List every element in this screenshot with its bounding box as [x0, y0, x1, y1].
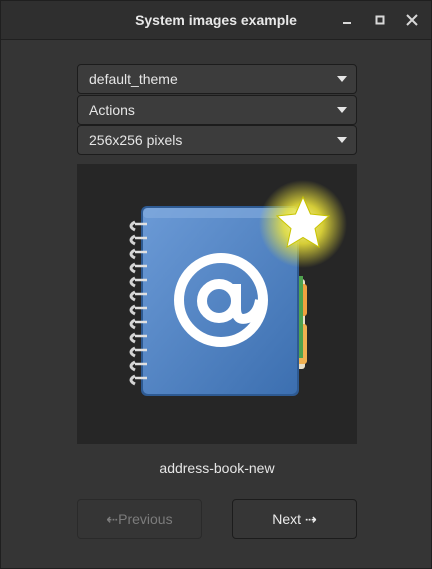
next-button[interactable]: Next ⇢ — [232, 499, 357, 539]
size-combobox-value: 256x256 pixels — [89, 132, 183, 148]
arrow-left-icon: ⇠ — [106, 511, 119, 527]
arrow-right-icon: ⇢ — [304, 511, 317, 527]
close-icon — [406, 14, 418, 26]
maximize-button[interactable] — [370, 10, 390, 30]
theme-combobox[interactable]: default_theme — [77, 64, 357, 94]
previous-button[interactable]: ⇠Previous — [77, 499, 202, 539]
icon-name-label: address-book-new — [159, 460, 275, 476]
previous-button-label: Previous — [118, 511, 173, 527]
icon-preview — [77, 164, 357, 444]
title-bar[interactable]: System images example — [1, 1, 431, 40]
minimize-icon — [343, 22, 351, 24]
minimize-button[interactable] — [337, 10, 357, 30]
chevron-down-icon — [337, 107, 347, 113]
theme-combobox-value: default_theme — [89, 71, 178, 87]
context-combobox-value: Actions — [89, 102, 135, 118]
window-title: System images example — [135, 12, 297, 28]
maximize-icon — [375, 15, 385, 25]
next-button-label: Next — [272, 511, 302, 527]
main-window: System images example default_theme Acti… — [0, 0, 432, 569]
chevron-down-icon — [337, 76, 347, 82]
context-combobox[interactable]: Actions — [77, 95, 357, 125]
size-combobox[interactable]: 256x256 pixels — [77, 125, 357, 155]
address-book-new-icon — [129, 180, 347, 396]
chevron-down-icon — [337, 137, 347, 143]
close-button[interactable] — [402, 10, 422, 30]
